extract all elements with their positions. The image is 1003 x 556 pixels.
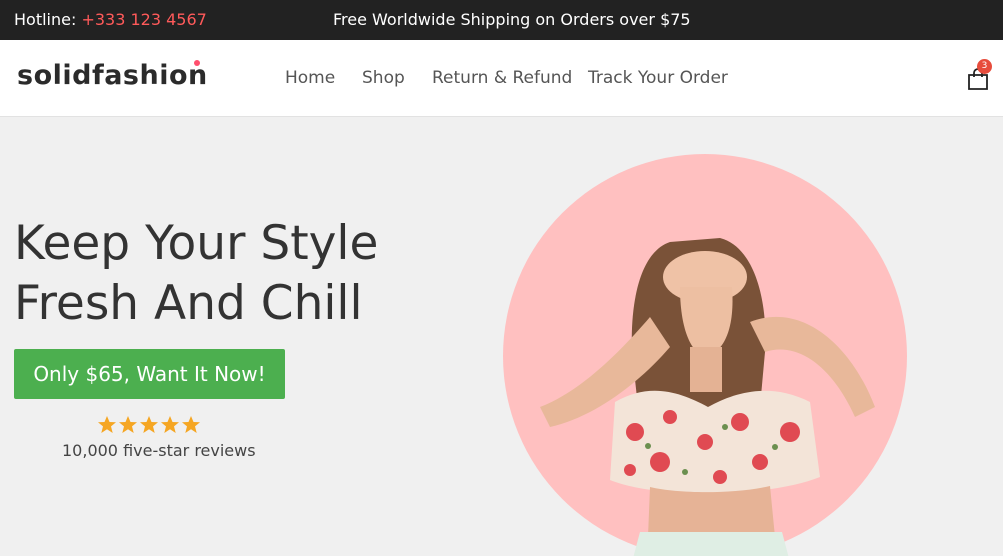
- reviews-count: 10,000 five-star reviews: [62, 441, 256, 460]
- site-header: solidfashion Home Shop Return & Refund T…: [0, 40, 1003, 117]
- nav-track-order[interactable]: Track Your Order: [588, 68, 728, 88]
- nav-shop[interactable]: Shop: [362, 68, 405, 88]
- star-icon: [161, 416, 179, 433]
- headline-line-1: Keep Your Style: [14, 216, 379, 271]
- star-icon: [182, 416, 200, 433]
- cart-count-badge: 3: [977, 59, 992, 74]
- nav-home[interactable]: Home: [285, 68, 335, 88]
- star-icon: [98, 416, 116, 433]
- announcement-bar: Hotline: +333 123 4567 Free Worldwide Sh…: [0, 0, 1003, 40]
- hotline-number[interactable]: +333 123 4567: [81, 10, 206, 29]
- headline-line-2: Fresh And Chill: [14, 276, 363, 331]
- shipping-notice: Free Worldwide Shipping on Orders over $…: [333, 10, 691, 29]
- buy-now-button[interactable]: Only $65, Want It Now!: [14, 349, 285, 399]
- hero-model-image: [540, 238, 875, 556]
- hero-headline: Keep Your Style Fresh And Chill: [14, 214, 378, 334]
- site-logo[interactable]: solidfashion: [17, 60, 208, 91]
- hotline-label: Hotline:: [14, 10, 77, 29]
- rating-stars: [98, 416, 200, 433]
- hotline: Hotline: +333 123 4567: [14, 10, 207, 29]
- hero-section: Keep Your Style Fresh And Chill Only $65…: [0, 117, 1003, 556]
- nav-return-refund[interactable]: Return & Refund: [432, 68, 572, 88]
- star-icon: [140, 416, 158, 433]
- logo-dot: [194, 60, 200, 66]
- star-icon: [119, 416, 137, 433]
